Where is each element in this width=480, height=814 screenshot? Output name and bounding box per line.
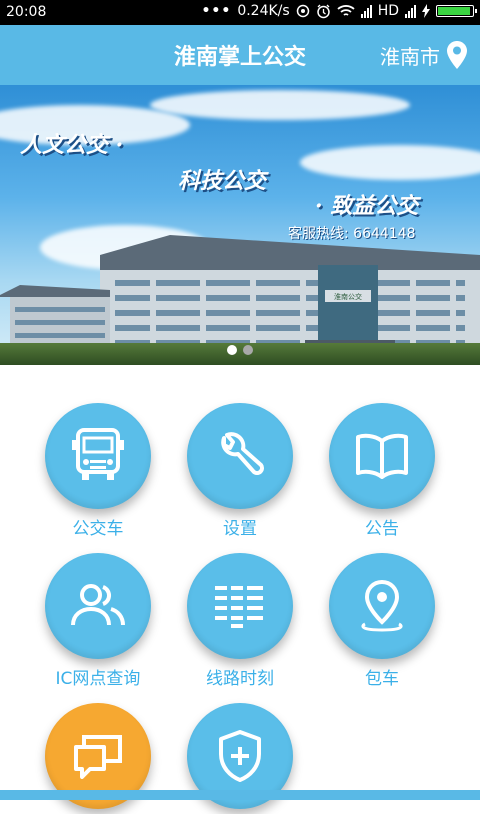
menu-item-bus-circle — [45, 403, 151, 509]
menu-item-settings-label: 设置 — [223, 519, 257, 539]
menu-item-schedule-label: 线路时刻 — [206, 669, 274, 689]
schedule-grid-icon — [215, 586, 263, 628]
menu-item-bus-label: 公交车 — [72, 519, 124, 539]
menu-item-charter-circle — [329, 553, 435, 659]
users-icon — [71, 584, 125, 626]
battery-level — [438, 7, 471, 15]
signal-icon — [405, 4, 416, 18]
chat-icon — [74, 735, 122, 779]
carousel-indicator — [227, 345, 253, 355]
network-type: HD — [377, 3, 399, 19]
alarm-icon — [316, 4, 330, 18]
status-time: 20:08 — [6, 4, 47, 20]
book-icon — [356, 433, 408, 479]
carousel-dot[interactable] — [243, 345, 253, 355]
city-label: 淮南市 — [380, 44, 440, 69]
dots-icon: ••• — [201, 3, 232, 19]
network-speed: 0.24K/s — [237, 3, 290, 19]
menu-item-charter[interactable]: 包车 — [312, 553, 452, 689]
menu-item-settings-circle — [187, 403, 293, 509]
menu-item-announcement[interactable]: 公告 — [312, 403, 452, 539]
signal-icon — [360, 4, 372, 18]
city-selector[interactable]: 淮南市 — [380, 40, 468, 70]
menu-item-charter-label: 包车 — [365, 669, 399, 689]
banner-slogan-2: 科技公交 — [178, 163, 266, 195]
banner-slogan-1-text: 人文公交 — [20, 132, 109, 158]
menu-item-ic-outlets-label: IC网点查询 — [55, 669, 141, 689]
shield-plus-icon — [219, 730, 261, 782]
menu-item-bus[interactable]: 公交车 — [28, 403, 168, 539]
menu-item-ic-outlets-circle — [45, 553, 151, 659]
battery-icon — [436, 5, 477, 17]
menu-item-announcement-label: 公告 — [365, 519, 399, 539]
map-pin-icon — [361, 579, 403, 632]
menu-item-schedule[interactable]: 线路时刻 — [170, 553, 310, 689]
banner-slogan-2-text: 科技公交 — [178, 168, 267, 194]
status-bar: 20:08 ••• 0.24K/s HD — [0, 0, 480, 25]
cloud — [150, 90, 410, 120]
wrench-icon — [221, 432, 264, 475]
menu-item-settings[interactable]: 设置 — [170, 403, 310, 539]
charging-icon — [422, 4, 430, 18]
carousel-dot[interactable] — [227, 345, 237, 355]
bus-icon — [72, 428, 124, 480]
menu-item-announcement-circle — [329, 403, 435, 509]
cloud — [300, 145, 480, 180]
banner-carousel[interactable]: 人文公交 · 科技公交 · 致益公交 客服热线: 6644148 淮南公交 — [0, 85, 480, 365]
building-sign: 淮南公交 — [334, 292, 362, 301]
app-bar: 淮南掌上公交 淮南市 — [0, 25, 480, 85]
wifi-icon — [337, 5, 355, 16]
menu-item-schedule-circle — [187, 553, 293, 659]
banner-slogan-1: 人文公交 · — [20, 132, 124, 158]
hotspot-icon — [296, 4, 309, 18]
bottom-bar — [0, 790, 480, 800]
location-pin-icon — [447, 41, 467, 69]
menu-item-ic-outlets[interactable]: IC网点查询 — [28, 553, 168, 689]
status-icons: ••• 0.24K/s HD — [201, 3, 477, 19]
